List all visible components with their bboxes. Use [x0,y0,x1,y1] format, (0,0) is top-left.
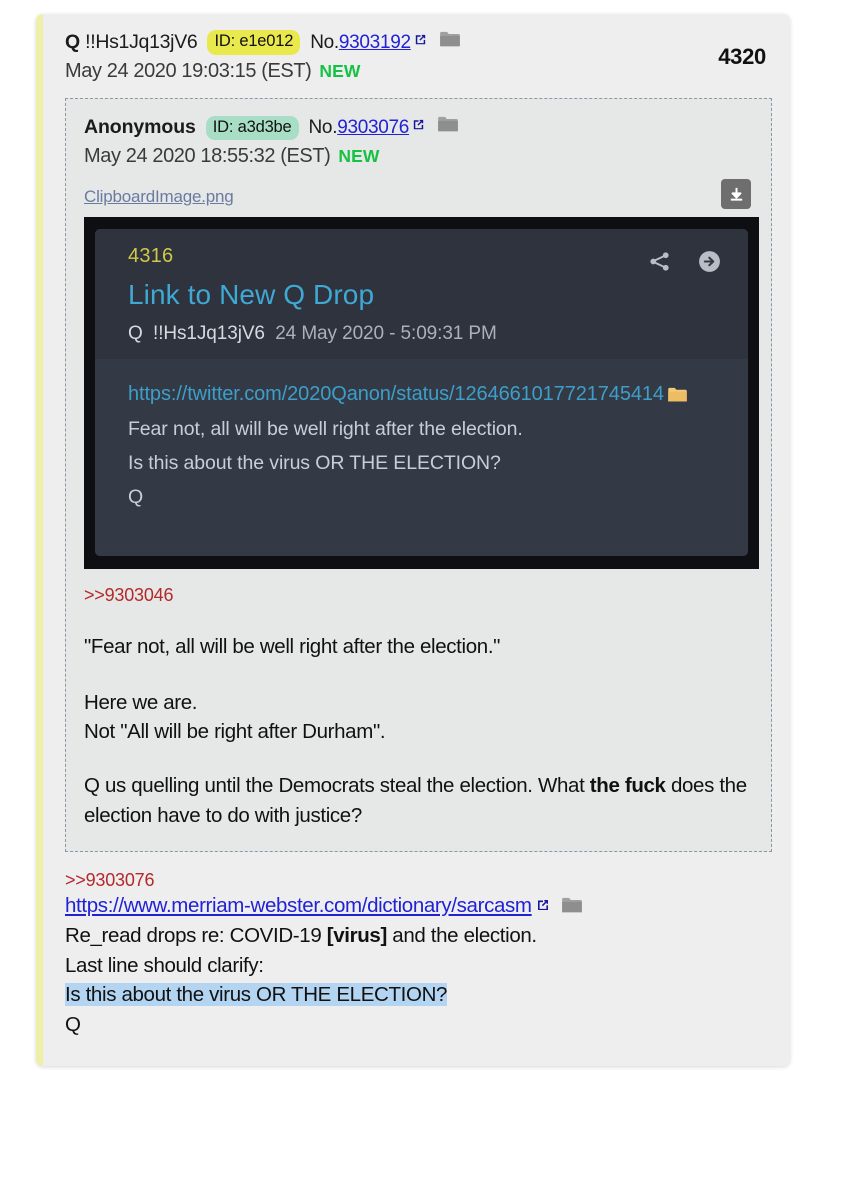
folder-icon[interactable] [667,387,688,408]
folder-icon[interactable] [437,116,459,139]
reply-line-1: Re_read drops re: COVID-19 [virus] and t… [65,921,772,951]
reply-line-1-bold: [virus] [326,923,388,947]
embed-meta: Q !!Hs1Jq13jV6 24 May 2020 - 5:09:31 PM [128,323,726,345]
quoted-post: Anonymous ID: a3d3be No. 9303076 May 24 … [65,98,772,852]
quoted-post-paragraph-3: Q us quelling until the Democrats steal … [84,771,755,830]
quoted-post-number-link[interactable]: 9303076 [337,115,409,140]
embed-action-icons [648,249,722,279]
main-post-header: Q !!Hs1Jq13jV6 ID: e1e012 No. 9303192 Ma… [65,30,772,84]
reply-line-1-part-2: and the election. [386,923,537,947]
embed-header: 4316 Link to New Q Drop Q !!Hs1Jq13jV6 2… [95,229,748,360]
embed-date: 24 May 2020 - 5:09:31 PM [275,323,497,345]
arrow-right-circle-icon[interactable] [697,249,722,279]
reply-line-4: Q [65,1012,81,1036]
embed-drop-number: 4316 [128,245,174,268]
reply-body: >>9303076 https://www.merriam-webster.co… [65,870,772,1040]
main-post-new-badge: NEW [319,60,361,81]
embed-line-1: Fear not, all will be well right after t… [128,417,523,440]
quoted-post-paragraph-2-line-1: Here we are. [84,690,198,714]
embed-line-2: Is this about the virus OR THE ELECTION? [128,451,501,474]
reply-line-3-highlighted: Is this about the virus OR THE ELECTION? [65,983,448,1007]
quoted-post-paragraph-1: "Fear not, all will be well right after … [84,635,501,659]
attachment-filename-link[interactable]: ClipboardImage.png [84,187,234,206]
quoted-post-paragraph-3-part-1: Q us quelling until the Democrats steal … [84,774,590,798]
folder-icon[interactable] [439,31,461,54]
quoted-post-header: Anonymous ID: a3d3be No. 9303076 May 24 … [84,115,755,169]
main-post-tripcode: !!Hs1Jq13jV6 [85,31,198,53]
folder-icon[interactable] [561,897,583,921]
quoted-post-timestamp-line: May 24 2020 18:55:32 (EST) NEW [84,143,755,169]
reply-count: 4320 [718,44,766,69]
reply-line-2: Last line should clarify: [65,953,264,977]
main-post-timestamp: May 24 2020 19:03:15 (EST) [65,59,312,82]
main-post-identity-line: Q !!Hs1Jq13jV6 ID: e1e012 No. 9303192 [65,30,772,56]
quoted-post-paragraph-3-bold: the fuck [589,774,666,798]
external-link-icon[interactable] [413,32,428,53]
quoted-post-quote-ref[interactable]: >>9303046 [84,585,755,606]
main-post-author: Q [65,31,81,53]
quoted-post-new-badge: NEW [338,145,380,166]
embed-line-3: Q [128,485,144,508]
quoted-post-paragraph-2-line-2: Not "All will be right after Durham". [84,720,386,744]
embed-body: https://twitter.com/2020Qanon/status/126… [95,359,748,557]
embed-tripcode: !!Hs1Jq13jV6 [153,323,265,345]
external-link-icon[interactable] [535,897,551,920]
attachment: ClipboardImage.png 4316 Link to New Q Dr… [84,179,759,570]
main-post-number-link[interactable]: 9303192 [339,30,411,55]
reply-line-3-wrapper: Is this about the virus OR THE ELECTION? [65,980,772,1010]
main-post-timestamp-line: May 24 2020 19:03:15 (EST) NEW [65,58,772,84]
embed-title: Link to New Q Drop [128,279,375,311]
quoted-post-identity-line: Anonymous ID: a3d3be No. 9303076 [84,115,755,141]
reply-quote-ref[interactable]: >>9303076 [65,870,772,891]
quoted-post-timestamp: May 24 2020 18:55:32 (EST) [84,144,331,167]
embed-url-link[interactable]: https://twitter.com/2020Qanon/status/126… [128,383,664,405]
embed-author: Q [128,323,143,345]
quoted-post-no-label: No. [308,117,338,139]
page-root: Q !!Hs1Jq13jV6 ID: e1e012 No. 9303192 Ma… [0,0,850,1200]
embed-card: 4316 Link to New Q Drop Q !!Hs1Jq13jV6 2… [95,229,748,557]
reply-line-1-part-1: Re_read drops re: COVID-19 [65,923,327,947]
quoted-post-id-badge: ID: a3d3be [205,115,299,141]
merriam-webster-link[interactable]: https://www.merriam-webster.com/dictiona… [65,894,532,917]
embedded-screenshot: 4316 Link to New Q Drop Q !!Hs1Jq13jV6 2… [84,217,759,570]
quoted-post-author: Anonymous [84,116,196,139]
share-icon[interactable] [648,250,671,278]
quoted-post-paragraph-2: Here we are. Not "All will be right afte… [84,688,755,747]
main-post-card: Q !!Hs1Jq13jV6 ID: e1e012 No. 9303192 Ma… [36,14,790,1066]
main-post-id-badge: ID: e1e012 [207,30,301,56]
main-post-no-label: No. [310,32,339,54]
reply-link-line: https://www.merriam-webster.com/dictiona… [65,891,772,921]
download-icon[interactable] [721,179,751,210]
external-link-icon[interactable] [411,117,426,138]
